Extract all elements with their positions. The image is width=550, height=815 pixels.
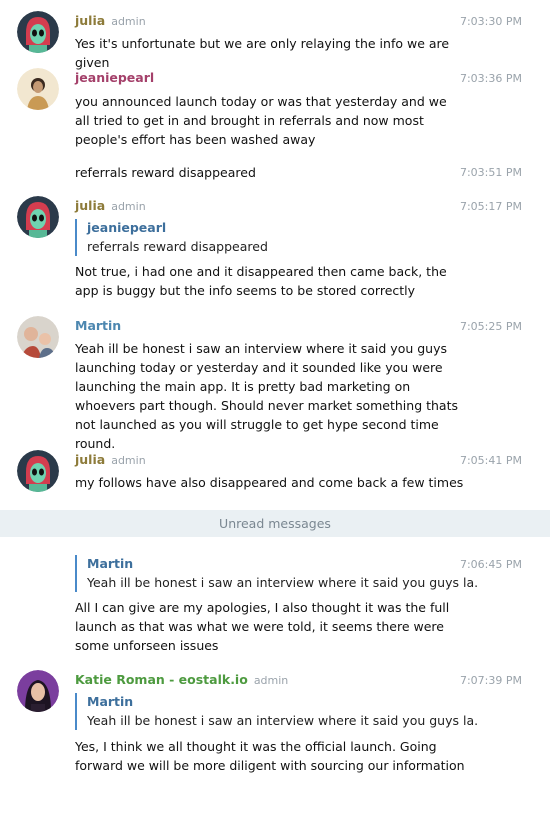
- timestamp: 7:03:30 PM: [459, 15, 522, 28]
- reply-sender-name: Martin: [87, 556, 134, 571]
- sender-name[interactable]: Katie Roman - eostalk.io: [75, 672, 248, 687]
- timestamp: 7:05:41 PM: [459, 454, 522, 467]
- role-badge: admin: [111, 454, 146, 467]
- unread-messages-divider: Unread messages: [0, 510, 550, 537]
- reply-quote[interactable]: Martin Yeah ill be honest i saw an inter…: [75, 555, 477, 592]
- timestamp: 7:05:17 PM: [459, 200, 522, 213]
- timestamp: 7:05:25 PM: [459, 320, 522, 333]
- sender-name[interactable]: julia: [75, 198, 105, 213]
- sender-name[interactable]: julia: [75, 452, 105, 467]
- timestamp: 7:07:39 PM: [459, 674, 522, 687]
- role-badge: admin: [111, 15, 146, 28]
- avatar-katie[interactable]: [17, 670, 59, 712]
- message-text: referrals reward disappeared: [75, 165, 256, 180]
- message-text: my follows have also disappeared and com…: [75, 475, 464, 490]
- reply-text: Yeah ill be honest i saw an interview wh…: [87, 713, 477, 728]
- message-text: All I can give are my apologies, I also …: [75, 600, 450, 653]
- role-badge: admin: [111, 200, 146, 213]
- sender-name[interactable]: julia: [75, 13, 105, 28]
- sender-name[interactable]: Martin: [75, 318, 121, 333]
- reply-quote[interactable]: Martin Yeah ill be honest i saw an inter…: [75, 693, 477, 730]
- message-text: Yes it's unfortunate but we are only rel…: [75, 36, 450, 70]
- avatar-martin[interactable]: [17, 316, 59, 358]
- avatar-julia[interactable]: [17, 450, 59, 492]
- role-badge: admin: [253, 674, 289, 687]
- reply-text: referrals reward disappeared: [87, 239, 268, 254]
- avatar-julia[interactable]: [17, 11, 59, 53]
- timestamp: 7:03:51 PM: [459, 166, 522, 179]
- message-text: you announced launch today or was that y…: [75, 94, 447, 147]
- message-text: Yeah ill be honest i saw an interview wh…: [75, 341, 459, 451]
- avatar-jeaniepearl[interactable]: [17, 68, 59, 110]
- reply-text: Yeah ill be honest i saw an interview wh…: [87, 575, 477, 590]
- message-text: Yes, I think we all thought it was the o…: [75, 739, 465, 773]
- avatar-julia[interactable]: [17, 196, 59, 238]
- reply-quote[interactable]: jeaniepearl referrals reward disappeared: [75, 219, 477, 256]
- message-text: Not true, i had one and it disappeared t…: [75, 264, 447, 298]
- reply-sender-name: Martin: [87, 694, 134, 709]
- reply-sender-name: jeaniepearl: [87, 220, 167, 235]
- timestamp: 7:03:36 PM: [459, 72, 522, 85]
- sender-name[interactable]: jeaniepearl: [75, 70, 154, 85]
